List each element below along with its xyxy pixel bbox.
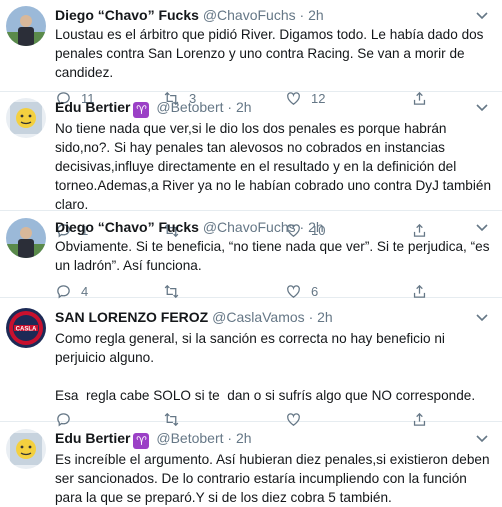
like-count: 6 bbox=[311, 283, 319, 299]
tweet-text: Es increíble el argumento. Así hubieran … bbox=[55, 452, 494, 505]
tweet-text: Como regla general, si la sanción es cor… bbox=[55, 331, 476, 403]
tweet[interactable]: CASLA SAN LORENZO FEROZ @CaslaVamos · 2h… bbox=[0, 298, 502, 426]
retweet-icon bbox=[164, 284, 179, 298]
chevron-down-icon[interactable] bbox=[474, 219, 490, 235]
separator-dot: · bbox=[227, 430, 233, 446]
timestamp[interactable]: 2h bbox=[317, 309, 333, 325]
timestamp[interactable]: 2h bbox=[308, 7, 324, 23]
heart-icon bbox=[287, 284, 300, 298]
display-name[interactable]: Diego “Chavo” Fucks bbox=[55, 7, 199, 23]
tweet-text: No tiene nada que ver,si le dio los dos … bbox=[55, 121, 495, 212]
display-name[interactable]: Edu Bertier bbox=[55, 430, 130, 446]
tweet[interactable]: Diego “Chavo” Fucks @ChavoFuchs · 2h Obv… bbox=[0, 211, 502, 299]
separator-dot: · bbox=[227, 99, 233, 115]
chevron-down-icon[interactable] bbox=[474, 430, 490, 446]
separator-dot: · bbox=[308, 309, 314, 325]
tweet-text: Obviamente. Si te beneficia, “no tiene n… bbox=[55, 239, 494, 273]
chevron-down-icon[interactable] bbox=[474, 99, 490, 115]
avatar[interactable] bbox=[6, 429, 46, 469]
user-handle[interactable]: @ChavoFuchs bbox=[203, 7, 296, 23]
tweet[interactable]: Diego “Chavo” Fucks @ChavoFuchs · 2h Lou… bbox=[0, 0, 502, 106]
chevron-down-icon[interactable] bbox=[474, 309, 490, 325]
avatar[interactable]: CASLA bbox=[6, 308, 46, 348]
user-handle[interactable]: @Betobert bbox=[156, 430, 223, 446]
timeline: Diego “Chavo” Fucks @ChavoFuchs · 2h Lou… bbox=[0, 0, 502, 505]
reply-icon bbox=[57, 284, 70, 298]
aries-icon: ♈ bbox=[133, 433, 150, 449]
aries-icon: ♈ bbox=[133, 102, 150, 118]
avatar[interactable] bbox=[6, 218, 46, 258]
display-name[interactable]: Diego “Chavo” Fucks bbox=[55, 219, 199, 235]
timestamp[interactable]: 2h bbox=[236, 99, 252, 115]
svg-text:CASLA: CASLA bbox=[16, 327, 37, 333]
timestamp[interactable]: 2h bbox=[308, 219, 324, 235]
user-handle[interactable]: @ChavoFuchs bbox=[203, 219, 296, 235]
reply-count: 4 bbox=[81, 283, 89, 299]
tweet[interactable]: Edu Bertier ♈ @Betobert · 2h Es increíble… bbox=[0, 422, 502, 505]
chevron-down-icon[interactable] bbox=[474, 7, 490, 23]
avatar[interactable] bbox=[6, 98, 46, 138]
tweet-text: Loustau es el árbitro que pidió River. D… bbox=[55, 27, 488, 80]
timestamp[interactable]: 2h bbox=[236, 430, 252, 446]
display-name[interactable]: SAN LORENZO FEROZ bbox=[55, 309, 208, 325]
user-handle[interactable]: @CaslaVamos bbox=[212, 309, 305, 325]
tweet[interactable]: Edu Bertier ♈ @Betobert · 2h No tiene nad… bbox=[0, 92, 502, 238]
separator-dot: · bbox=[299, 7, 305, 23]
separator-dot: · bbox=[299, 219, 305, 235]
share-icon bbox=[413, 284, 426, 298]
display-name[interactable]: Edu Bertier bbox=[55, 99, 130, 115]
user-handle[interactable]: @Betobert bbox=[156, 99, 223, 115]
avatar[interactable] bbox=[6, 6, 46, 46]
